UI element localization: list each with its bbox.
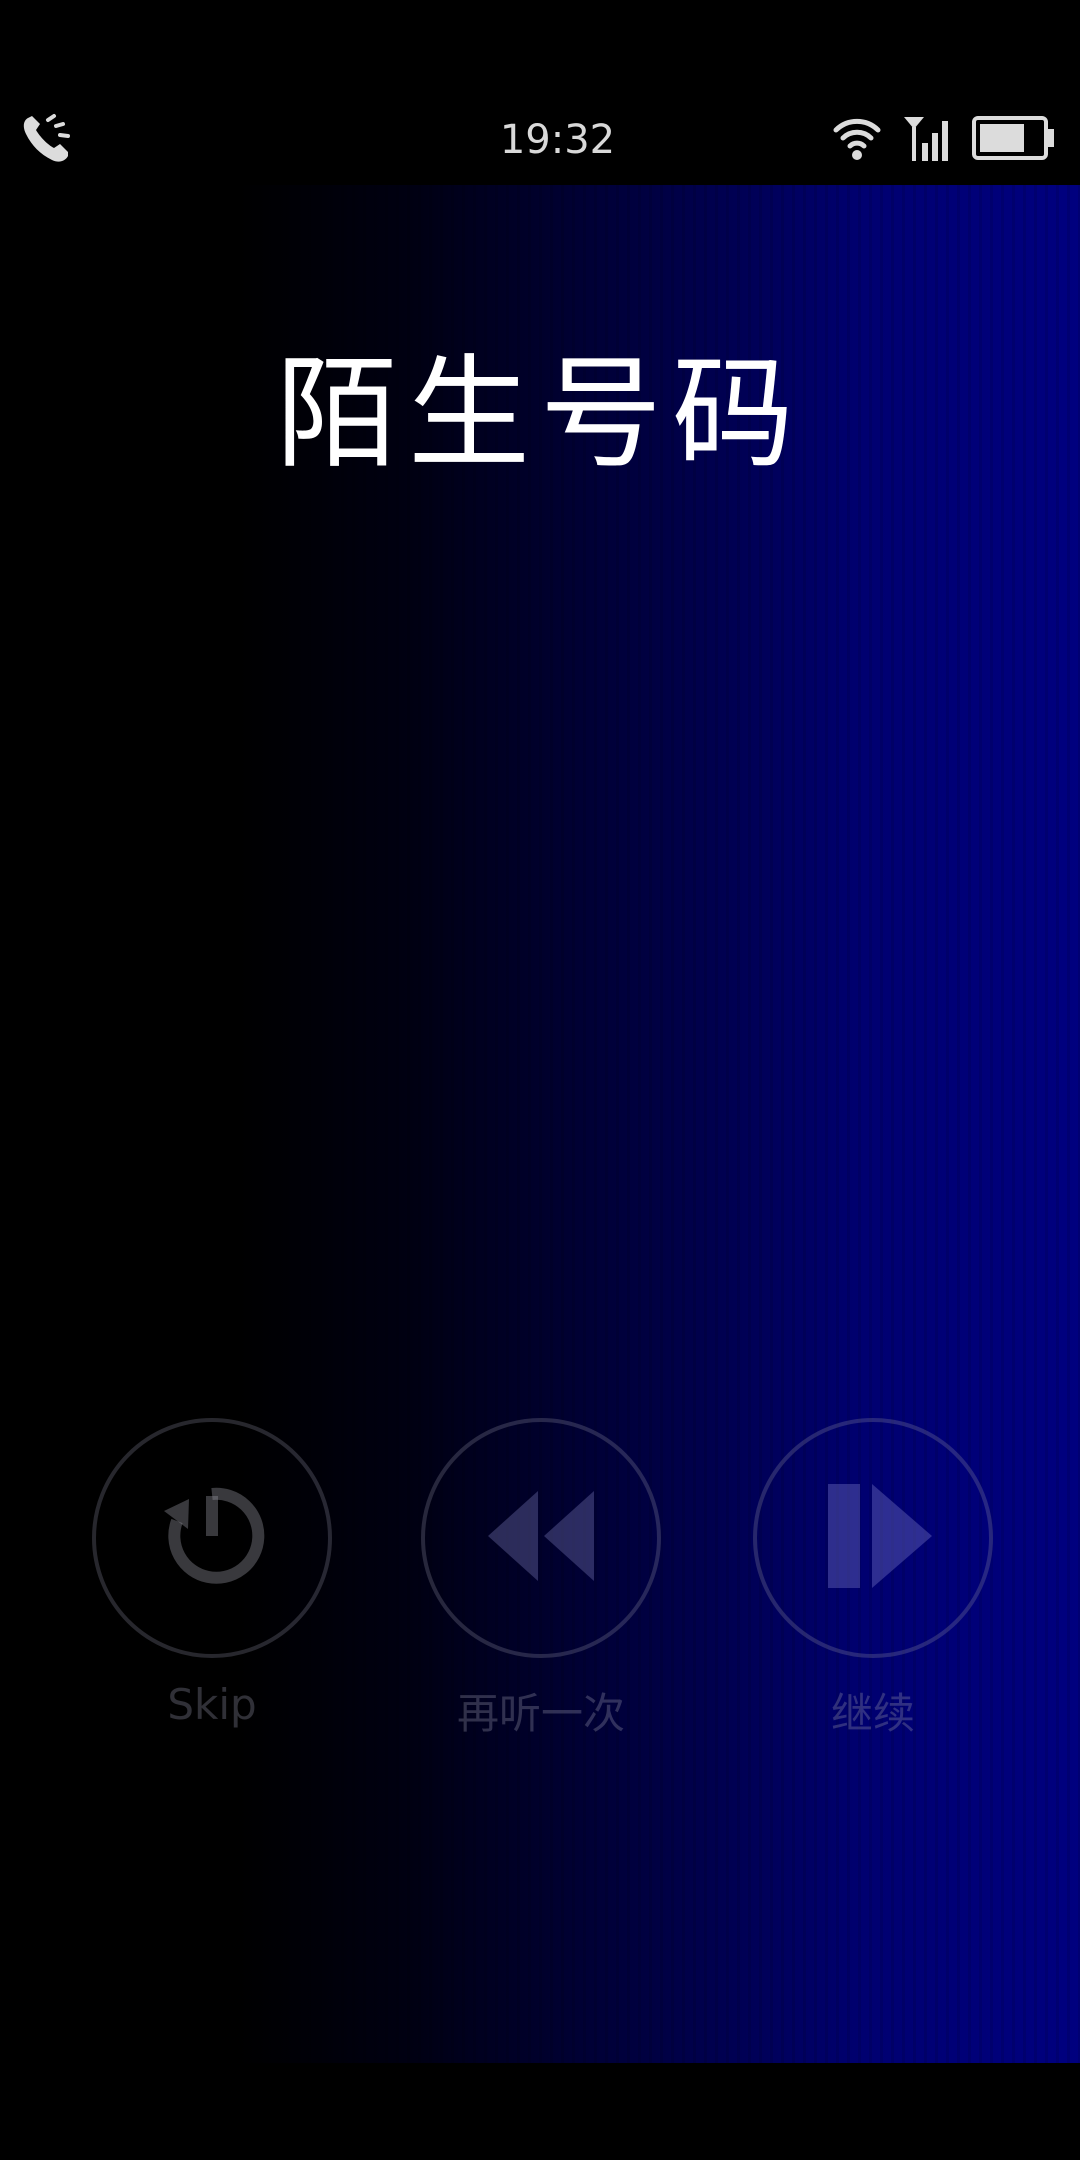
skip-label: Skip bbox=[167, 1680, 257, 1729]
content-area: 陌生号码 Skip 再听一次 继续 bbox=[0, 185, 1080, 2063]
status-bar: 19:32 bbox=[0, 0, 1080, 185]
continue-button[interactable] bbox=[753, 1418, 993, 1658]
continue-control: 继续 bbox=[753, 1418, 993, 1741]
rewind-icon bbox=[476, 1481, 606, 1595]
status-icons bbox=[832, 112, 1056, 168]
replay-button[interactable] bbox=[421, 1418, 661, 1658]
restart-icon bbox=[147, 1471, 277, 1605]
skip-button[interactable] bbox=[92, 1418, 332, 1658]
signal-icon bbox=[902, 113, 952, 167]
caller-title: 陌生号码 bbox=[276, 343, 804, 485]
bottom-bar bbox=[0, 2063, 1080, 2160]
skip-control: Skip bbox=[92, 1418, 332, 1729]
battery-icon bbox=[972, 115, 1056, 165]
call-screen: 19:32 陌生号码 Skip 再听一次 继续 bbox=[0, 0, 1080, 2160]
replay-control: 再听一次 bbox=[421, 1418, 661, 1741]
playback-controls: Skip 再听一次 继续 bbox=[0, 1418, 1080, 1758]
play-pause-icon bbox=[808, 1476, 938, 1600]
continue-label: 继续 bbox=[830, 1689, 915, 1738]
replay-label: 再听一次 bbox=[456, 1689, 625, 1738]
wifi-icon bbox=[832, 114, 882, 166]
